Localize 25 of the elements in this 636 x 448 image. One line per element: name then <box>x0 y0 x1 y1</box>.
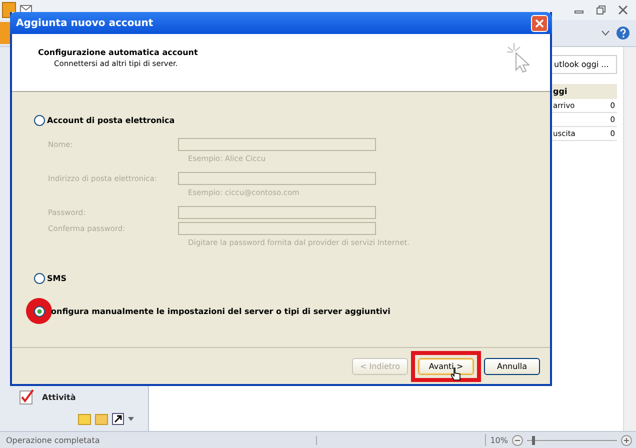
option-label[interactable]: Account di posta elettronica <box>47 116 175 125</box>
option-label[interactable]: SMS <box>47 274 66 283</box>
checklist-icon <box>18 388 36 406</box>
dialog-button[interactable]: Annulla <box>484 358 540 374</box>
radio-button[interactable] <box>34 273 45 284</box>
status-text: Operazione completata <box>6 436 317 444</box>
restore-icon[interactable] <box>596 5 606 15</box>
close-icon[interactable] <box>618 5 628 15</box>
caret-icon[interactable] <box>601 30 610 36</box>
nav-item[interactable]: Attività <box>0 385 148 409</box>
dialog-button[interactable]: Avanti > <box>418 358 474 374</box>
sparkle-cursor-icon <box>506 42 532 74</box>
close-button[interactable] <box>531 14 548 32</box>
zoom-level: 10% <box>490 436 508 444</box>
shortcut-icon[interactable] <box>112 413 124 425</box>
close-icon <box>535 18 544 28</box>
radio-button[interactable] <box>34 115 45 126</box>
scrollbar[interactable] <box>623 47 636 431</box>
zoom-in-icon[interactable] <box>621 434 632 446</box>
header-title: Configurazione automatica account <box>38 48 198 57</box>
dialog-title: Aggiunta nuovo account <box>16 18 154 28</box>
section-header: ggi <box>551 84 617 99</box>
help-icon[interactable] <box>616 26 630 40</box>
zoom-out-icon[interactable] <box>512 434 523 446</box>
caret-icon[interactable] <box>128 417 134 421</box>
